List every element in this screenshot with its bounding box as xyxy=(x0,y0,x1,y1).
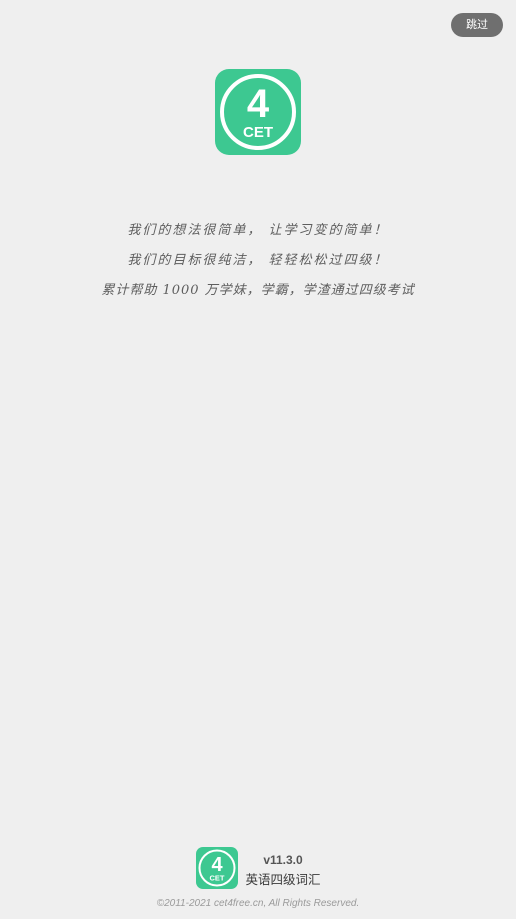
slogan-line-3: 累计帮助 1000 万学妹，学霸，学渣通过四级考试 xyxy=(101,283,415,298)
slogan-line-2: 我们的目标很纯洁， 轻轻松松过四级！ xyxy=(127,253,389,268)
skip-button[interactable]: 跳过 xyxy=(451,13,503,37)
logo-text: CET xyxy=(243,124,273,141)
app-name: 英语四级词汇 xyxy=(245,872,321,887)
app-version: v11.3.0 xyxy=(263,853,303,867)
footer-logo-text: CET xyxy=(210,874,225,883)
copyright-text: ©2011-2021 cet4free.cn, All Rights Reser… xyxy=(156,898,360,909)
logo-number: 4 xyxy=(247,82,270,126)
app-logo-icon: 4 CET xyxy=(215,69,301,155)
footer-logo-icon: 4 CET xyxy=(196,847,238,889)
slogan-line-1: 我们的想法很简单， 让学习变的简单！ xyxy=(127,223,389,238)
